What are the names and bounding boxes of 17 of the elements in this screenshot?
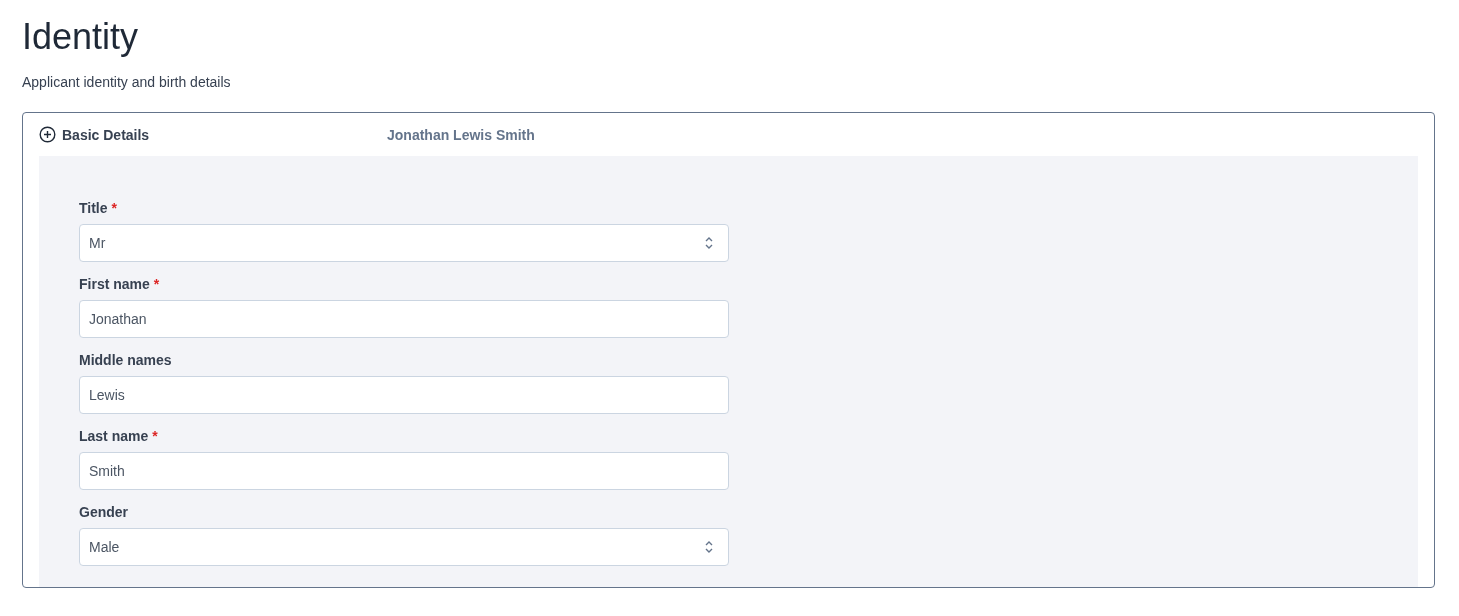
chevron-up-down-icon bbox=[704, 235, 714, 251]
field-label: Title * bbox=[79, 200, 118, 216]
section-toggle[interactable]: Basic Details bbox=[39, 126, 387, 143]
field-label: Middle names bbox=[79, 352, 173, 368]
select-field[interactable]: Male bbox=[79, 528, 729, 566]
text-field[interactable]: Smith bbox=[79, 452, 729, 490]
field-label: Last name * bbox=[79, 428, 159, 444]
page-title: Identity bbox=[22, 15, 140, 59]
field-label: First name * bbox=[79, 276, 161, 292]
circle-plus-icon bbox=[39, 126, 56, 143]
chevron-up-down-icon bbox=[704, 539, 714, 555]
select-field[interactable]: Mr bbox=[79, 224, 729, 262]
page-subtitle: Applicant identity and birth details bbox=[22, 74, 232, 90]
section-summary: Jonathan Lewis Smith bbox=[387, 126, 535, 143]
field-label: Gender bbox=[79, 504, 129, 520]
text-field[interactable]: Jonathan bbox=[79, 300, 729, 338]
text-field[interactable]: Lewis bbox=[79, 376, 729, 414]
